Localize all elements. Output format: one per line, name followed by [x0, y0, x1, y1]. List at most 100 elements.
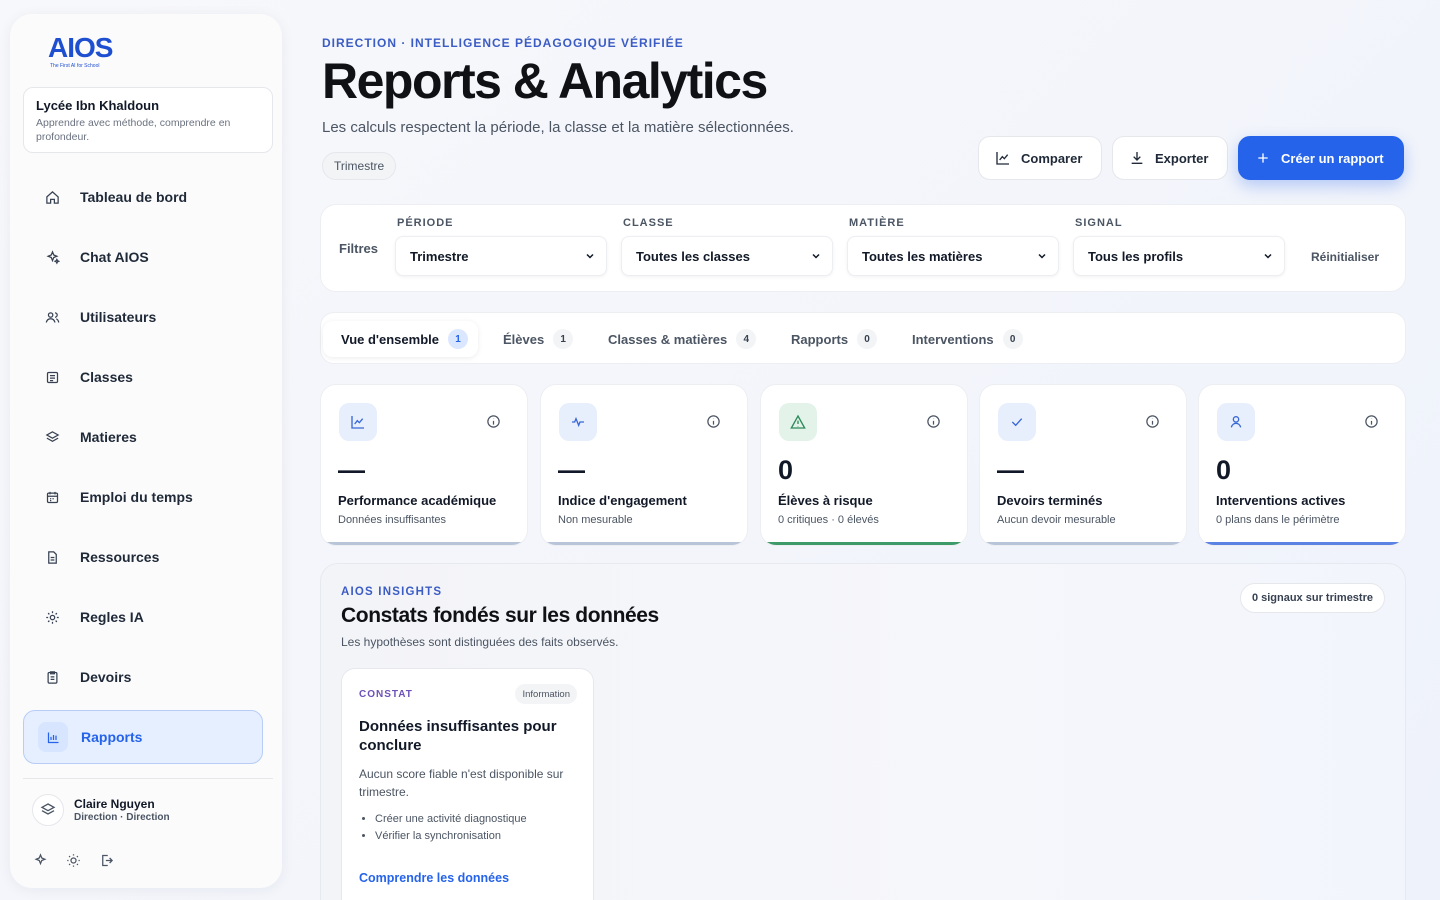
sidebar-item-utilisateurs[interactable]: Utilisateurs	[23, 290, 263, 344]
tab-label: Classes & matières	[608, 331, 728, 347]
kpi-card-homework[interactable]: — Devoirs terminés Aucun devoir mesurabl…	[979, 384, 1187, 546]
sidebar-item-emploi-du-temps[interactable]: Emploi du temps	[23, 470, 263, 524]
file-icon	[37, 542, 67, 572]
trend-chart-icon	[996, 152, 1009, 165]
trend-chart-icon	[339, 403, 377, 441]
warning-icon	[779, 403, 817, 441]
tab-label: Rapports	[791, 331, 849, 347]
brand-name: AIOS	[48, 32, 113, 63]
create-report-label: Créer un rapport	[1281, 150, 1384, 166]
school-card[interactable]: Lycée Ibn Khaldoun Apprendre avec méthod…	[23, 87, 273, 153]
signals-badge: 0 signaux sur trimestre	[1239, 583, 1385, 613]
sidebar-item-label: Utilisateurs	[80, 309, 157, 325]
reset-filters-button[interactable]: Réinitialiser	[1311, 250, 1379, 264]
kpi-subtitle: Données insuffisantes	[338, 514, 447, 526]
sidebar-item-label: Chat AIOS	[80, 249, 149, 265]
sidebar-item-matieres[interactable]: Matieres	[23, 410, 263, 464]
sidebar-item-label: Tableau de bord	[80, 189, 188, 205]
kpi-accent-bar	[980, 542, 1186, 545]
kpi-accent-bar	[761, 542, 967, 545]
signal-select[interactable]: Tous les profils	[1073, 236, 1285, 276]
sun-icon[interactable]	[65, 852, 82, 869]
classe-select[interactable]: Toutes les classes	[621, 236, 833, 276]
chevron-down-icon	[1264, 253, 1272, 259]
users-icon	[37, 302, 67, 332]
sidebar: AIOS The First AI for School Lycée Ibn K…	[10, 14, 282, 888]
insight-actions-list: Créer une activité diagnostique Vérifier…	[375, 811, 527, 845]
school-tagline: Apprendre avec méthode, comprendre en pr…	[36, 117, 231, 143]
insight-body: Aucun score fiable n'est disponible sur …	[359, 767, 564, 799]
info-icon[interactable]	[706, 414, 721, 434]
logout-icon[interactable]	[98, 852, 115, 869]
sidebar-item-ressources[interactable]: Ressources	[23, 530, 263, 584]
kpi-value: —	[558, 455, 585, 485]
insight-card: CONSTAT Information Données insuffisante…	[341, 668, 594, 900]
tab-count: 4	[736, 329, 757, 349]
avatar	[32, 794, 64, 826]
user-profile[interactable]: Claire Nguyen Direction · Direction	[32, 794, 170, 826]
tabs-bar: Vue d'ensemble 1 Élèves 1 Classes & mati…	[320, 312, 1406, 364]
sidebar-item-label: Ressources	[80, 549, 160, 565]
info-icon[interactable]	[1145, 414, 1160, 434]
info-icon[interactable]	[1364, 414, 1379, 434]
select-value: Toutes les matières	[862, 248, 983, 264]
understand-data-link[interactable]: Comprendre les données	[359, 871, 509, 885]
tab-count: 1	[553, 329, 574, 349]
kpi-value: 0	[1216, 455, 1232, 485]
layers-icon	[37, 422, 67, 452]
filter-label: MATIÈRE	[849, 217, 905, 229]
tab-label: Interventions	[912, 331, 994, 347]
kpi-title: Performance académique	[338, 493, 497, 508]
periode-select[interactable]: Trimestre	[395, 236, 607, 276]
matiere-select[interactable]: Toutes les matières	[847, 236, 1059, 276]
filter-signal: SIGNAL Tous les profils	[1073, 217, 1285, 276]
info-icon[interactable]	[926, 414, 941, 434]
tab-classes-matieres[interactable]: Classes & matières 4	[590, 321, 766, 357]
kpi-title: Élèves à risque	[778, 493, 873, 508]
export-button[interactable]: Exporter	[1112, 136, 1228, 180]
insight-badge: Information	[515, 684, 577, 704]
tab-label: Élèves	[503, 331, 545, 347]
page-subtitle: Les calculs respectent la période, la cl…	[322, 119, 794, 136]
kpi-card-risk[interactable]: 0 Élèves à risque 0 critiques · 0 élevés	[760, 384, 968, 546]
sidebar-item-chat-aios[interactable]: Chat AIOS	[23, 230, 263, 284]
tab-count: 1	[447, 329, 468, 349]
sidebar-item-tableau-de-bord[interactable]: Tableau de bord	[23, 170, 263, 224]
tab-vue-ensemble[interactable]: Vue d'ensemble 1	[323, 321, 478, 357]
sidebar-item-regles-ia[interactable]: Regles IA	[23, 590, 263, 644]
calendar-icon	[37, 482, 67, 512]
sidebar-item-devoirs[interactable]: Devoirs	[23, 650, 263, 704]
kpi-title: Indice d'engagement	[558, 493, 687, 508]
brand-logo[interactable]: AIOS The First AI for School	[48, 32, 113, 69]
create-report-button[interactable]: Créer un rapport	[1238, 136, 1404, 180]
sidebar-footer-actions	[32, 852, 115, 869]
insights-panel: AIOS INSIGHTS Constats fondés sur les do…	[320, 563, 1406, 900]
tab-label: Vue d'ensemble	[341, 331, 439, 347]
compare-button[interactable]: Comparer	[978, 136, 1102, 180]
kpi-subtitle: Aucun devoir mesurable	[997, 514, 1116, 526]
period-chip: Trimestre	[322, 152, 397, 180]
compare-label: Comparer	[1021, 150, 1083, 166]
tab-interventions[interactable]: Interventions 0	[894, 321, 1033, 357]
kpi-subtitle: Non mesurable	[558, 514, 633, 526]
kpi-value: —	[338, 455, 365, 485]
filters-label: Filtres	[339, 241, 379, 256]
download-icon	[1131, 152, 1143, 164]
tab-rapports[interactable]: Rapports 0	[773, 321, 887, 357]
sparkles-icon[interactable]	[32, 852, 49, 869]
tab-eleves[interactable]: Élèves 1	[485, 321, 583, 357]
sidebar-item-rapports[interactable]: Rapports	[23, 710, 263, 764]
user-name: Claire Nguyen	[74, 797, 155, 811]
export-label: Exporter	[1155, 150, 1209, 166]
sidebar-item-classes[interactable]: Classes	[23, 350, 263, 404]
kpi-card-performance[interactable]: — Performance académique Données insuffi…	[320, 384, 528, 546]
kpi-card-engagement[interactable]: — Indice d'engagement Non mesurable	[540, 384, 748, 546]
kpi-card-interventions[interactable]: 0 Interventions actives 0 plans dans le …	[1198, 384, 1406, 546]
kpi-subtitle: 0 critiques · 0 élevés	[778, 514, 879, 526]
sidebar-item-label: Emploi du temps	[80, 489, 193, 505]
insights-eyebrow: AIOS INSIGHTS	[341, 586, 443, 598]
info-icon[interactable]	[486, 414, 501, 434]
kpi-value: 0	[778, 455, 794, 485]
list-item: Vérifier la synchronisation	[375, 828, 527, 845]
filter-label: SIGNAL	[1075, 217, 1123, 229]
